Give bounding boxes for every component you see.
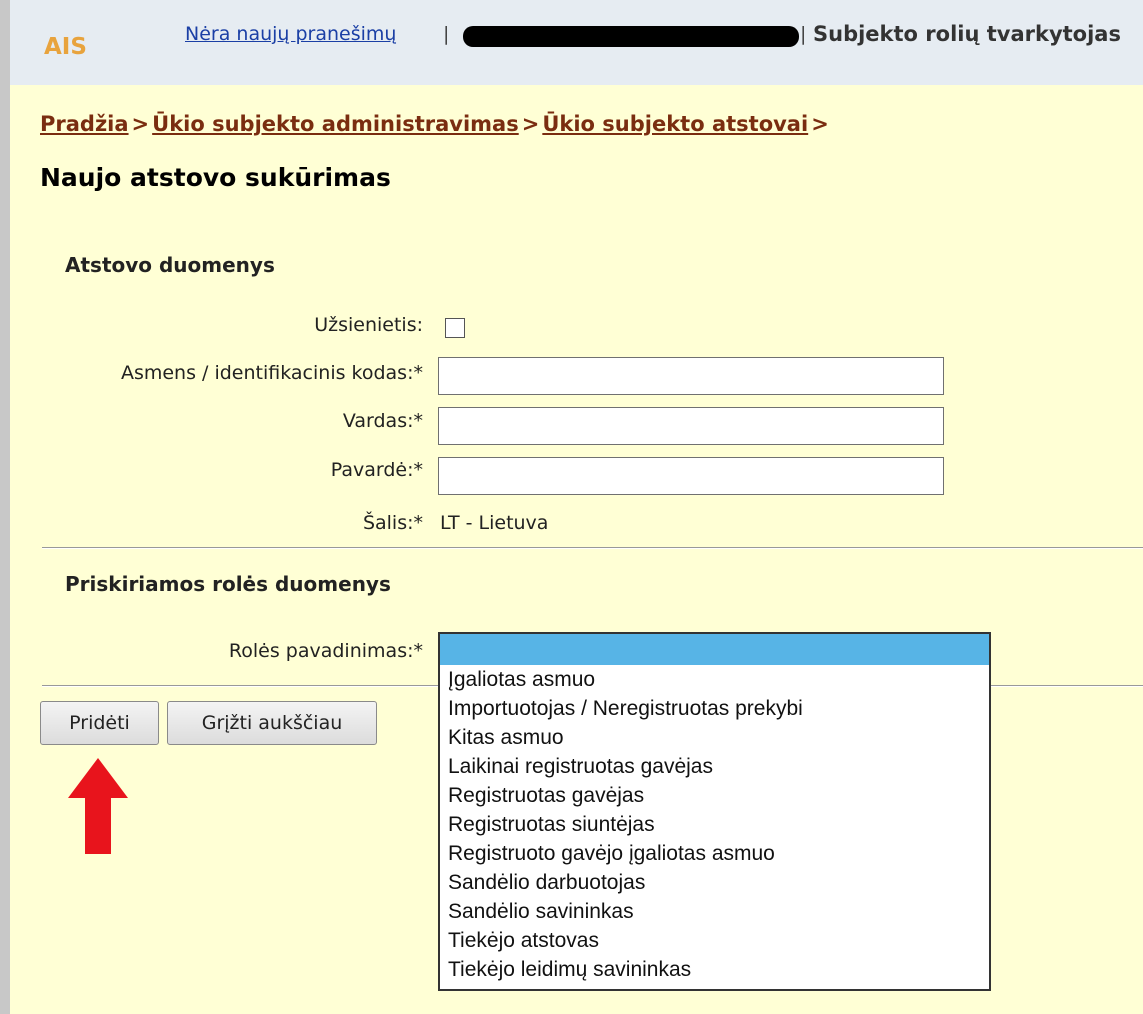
dropdown-option[interactable]: Tiekėjo leidimų savininkas — [440, 955, 989, 984]
role-select-dropdown[interactable]: Įgaliotas asmuo Importuotojas / Neregist… — [438, 632, 991, 991]
role-name-label: Rolės pavadinimas:* — [228, 640, 423, 662]
representative-section-title: Atstovo duomenys — [65, 253, 275, 277]
dropdown-option[interactable]: Tiekėjo atstovas — [440, 926, 989, 955]
foreigner-checkbox[interactable] — [445, 318, 465, 338]
breadcrumb: Pradžia > Ūkio subjekto administravimas > Ūk… — [40, 112, 832, 136]
dropdown-option[interactable]: Registruoto gavėjo įgaliotas asmuo — [440, 839, 989, 868]
header-bar: AIS Nėra naujų pranešimų | | Subjekto ro… — [0, 0, 1143, 85]
dropdown-option-blank[interactable] — [440, 634, 989, 665]
dropdown-option[interactable]: Registruotas gavėjas — [440, 781, 989, 810]
role-section-title: Priskiriamos rolės duomenys — [65, 572, 391, 596]
dropdown-option[interactable]: Importuotojas / Neregistruotas prekybi — [440, 694, 989, 723]
country-value: LT - Lietuva — [440, 512, 549, 534]
dropdown-option[interactable]: Sandėlio darbuotojas — [440, 868, 989, 897]
header-separator: | — [800, 23, 807, 45]
breadcrumb-separator: > — [811, 112, 829, 136]
user-role-title: Subjekto rolių tvarkytojas — [813, 22, 1121, 46]
header-separator: | — [443, 23, 450, 45]
breadcrumb-subject-representatives[interactable]: Ūkio subjekto atstovai — [542, 112, 808, 136]
first-name-label: Vardas:* — [342, 410, 423, 432]
breadcrumb-subject-admin[interactable]: Ūkio subjekto administravimas — [152, 112, 519, 136]
add-button[interactable]: Pridėti — [40, 701, 159, 745]
foreigner-label: Užsienietis: — [314, 314, 423, 336]
app-logo: AIS — [44, 34, 87, 60]
dropdown-option[interactable]: Laikinai registruotas gavėjas — [440, 752, 989, 781]
breadcrumb-separator: > — [131, 112, 150, 136]
first-name-input[interactable] — [438, 407, 944, 445]
breadcrumb-separator: > — [521, 112, 540, 136]
section-divider — [42, 547, 1143, 549]
back-button[interactable]: Grįžti aukščiau — [167, 701, 377, 745]
arrow-up-icon — [68, 758, 128, 854]
redacted-username — [463, 26, 799, 47]
last-name-label: Pavardė:* — [330, 459, 423, 481]
last-name-input[interactable] — [438, 457, 944, 495]
page-title: Naujo atstovo sukūrimas — [40, 163, 391, 192]
code-label: Asmens / identifikacinis kodas:* — [120, 362, 423, 384]
dropdown-option[interactable]: Sandėlio savininkas — [440, 897, 989, 926]
messages-link[interactable]: Nėra naujų pranešimų — [185, 23, 396, 45]
breadcrumb-home[interactable]: Pradžia — [40, 112, 129, 136]
dropdown-option[interactable]: Registruotas siuntėjas — [440, 810, 989, 839]
dropdown-option[interactable]: Kitas asmuo — [440, 723, 989, 752]
country-label: Šalis:* — [362, 512, 423, 534]
dropdown-option[interactable]: Įgaliotas asmuo — [440, 665, 989, 694]
code-input[interactable] — [438, 357, 944, 395]
